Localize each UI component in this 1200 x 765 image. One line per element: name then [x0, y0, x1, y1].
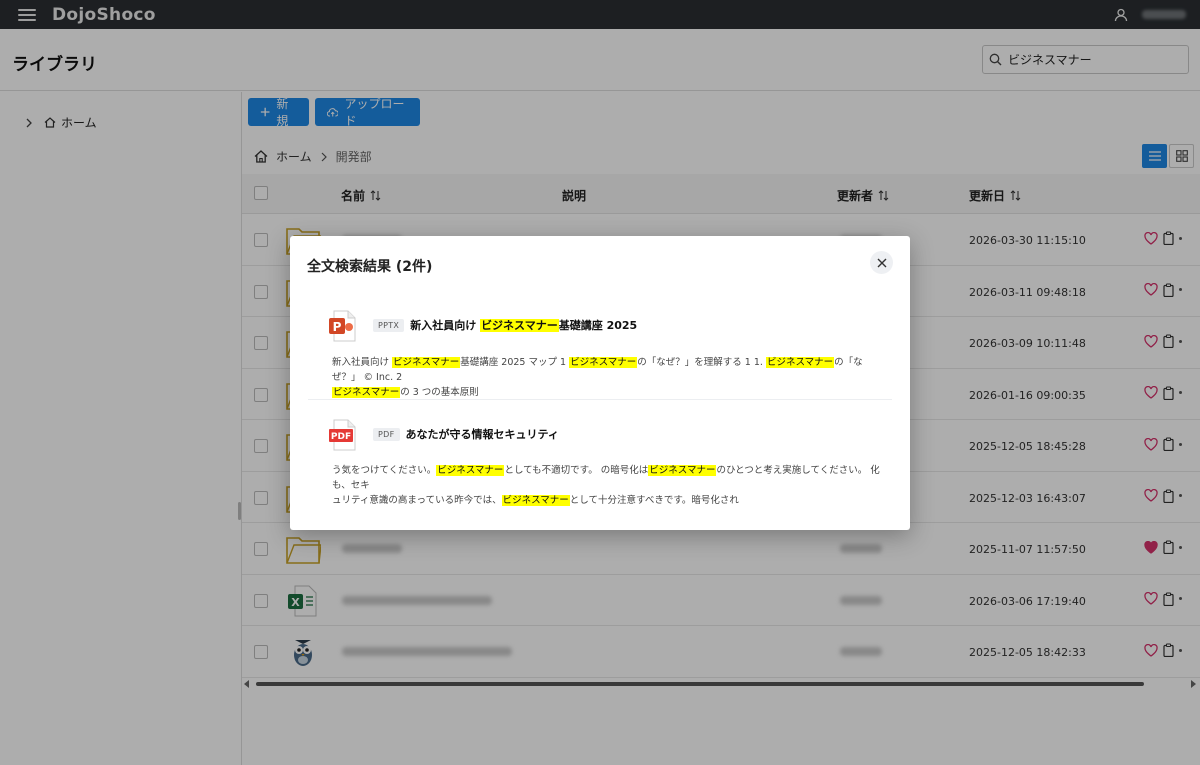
svg-text:PDF: PDF	[331, 432, 351, 442]
snippet-text: 基礎講座 2025 マップ 1	[460, 357, 570, 368]
result-snippet: 新入社員向け ビジネスマナー基礎講座 2025 マップ 1 ビジネスマナーの「な…	[332, 355, 888, 400]
search-highlight: ビジネスマナー	[392, 357, 461, 368]
pdf-icon: PDF	[329, 419, 356, 451]
powerpoint-icon: P	[329, 310, 356, 342]
snippet-text: として十分注意すべきです。暗号化され	[569, 495, 739, 506]
search-results-dialog: 全文検索結果 (2件) P PPTX 新入社員向け ビジネスマナー基礎講座 20…	[290, 236, 910, 530]
search-highlight: ビジネスマナー	[569, 357, 638, 368]
result-snippet: う気をつけてください。ビジネスマナーとしても不適切です。 の暗号化はビジネスマナ…	[332, 463, 888, 508]
result-title[interactable]: 新入社員向け ビジネスマナー基礎講座 2025	[410, 317, 637, 333]
result-divider	[308, 399, 892, 400]
result-header: PPTX 新入社員向け ビジネスマナー基礎講座 2025	[373, 317, 637, 333]
file-type-badge: PDF	[373, 427, 400, 441]
snippet-text: う気をつけてください。	[332, 465, 437, 476]
search-highlight: ビジネスマナー	[332, 387, 401, 398]
snippet-line: う気をつけてください。ビジネスマナーとしても不適切です。 の暗号化はビジネスマナ…	[332, 463, 888, 493]
search-highlight: ビジネスマナー	[648, 465, 717, 476]
snippet-text: の「なぜ？」を理解する 1 1.	[637, 357, 766, 368]
result-title[interactable]: あなたが守る情報セキュリティ	[406, 426, 559, 442]
snippet-text: としても不適切です。 の暗号化は	[504, 465, 649, 476]
search-highlight: ビジネスマナー	[501, 495, 570, 506]
close-icon	[877, 258, 886, 267]
snippet-text: ュリティ意識の高まっている昨今では、	[332, 495, 502, 506]
snippet-line: ュリティ意識の高まっている昨今では、ビジネスマナーとして十分注意すべきです。暗号…	[332, 493, 888, 508]
close-button[interactable]	[870, 251, 893, 274]
snippet-line: 新入社員向け ビジネスマナー基礎講座 2025 マップ 1 ビジネスマナーの「な…	[332, 355, 888, 385]
search-highlight: ビジネスマナー	[436, 465, 505, 476]
snippet-text: の 3 つの基本原則	[400, 387, 479, 398]
svg-text:P: P	[333, 320, 342, 334]
result-header: PDF あなたが守る情報セキュリティ	[373, 426, 559, 442]
file-type-badge: PPTX	[373, 318, 405, 332]
dialog-title: 全文検索結果 (2件)	[307, 259, 433, 275]
snippet-line: ビジネスマナーの 3 つの基本原則	[332, 385, 888, 400]
snippet-text: 新入社員向け	[332, 357, 393, 368]
search-highlight: ビジネスマナー	[765, 357, 835, 368]
